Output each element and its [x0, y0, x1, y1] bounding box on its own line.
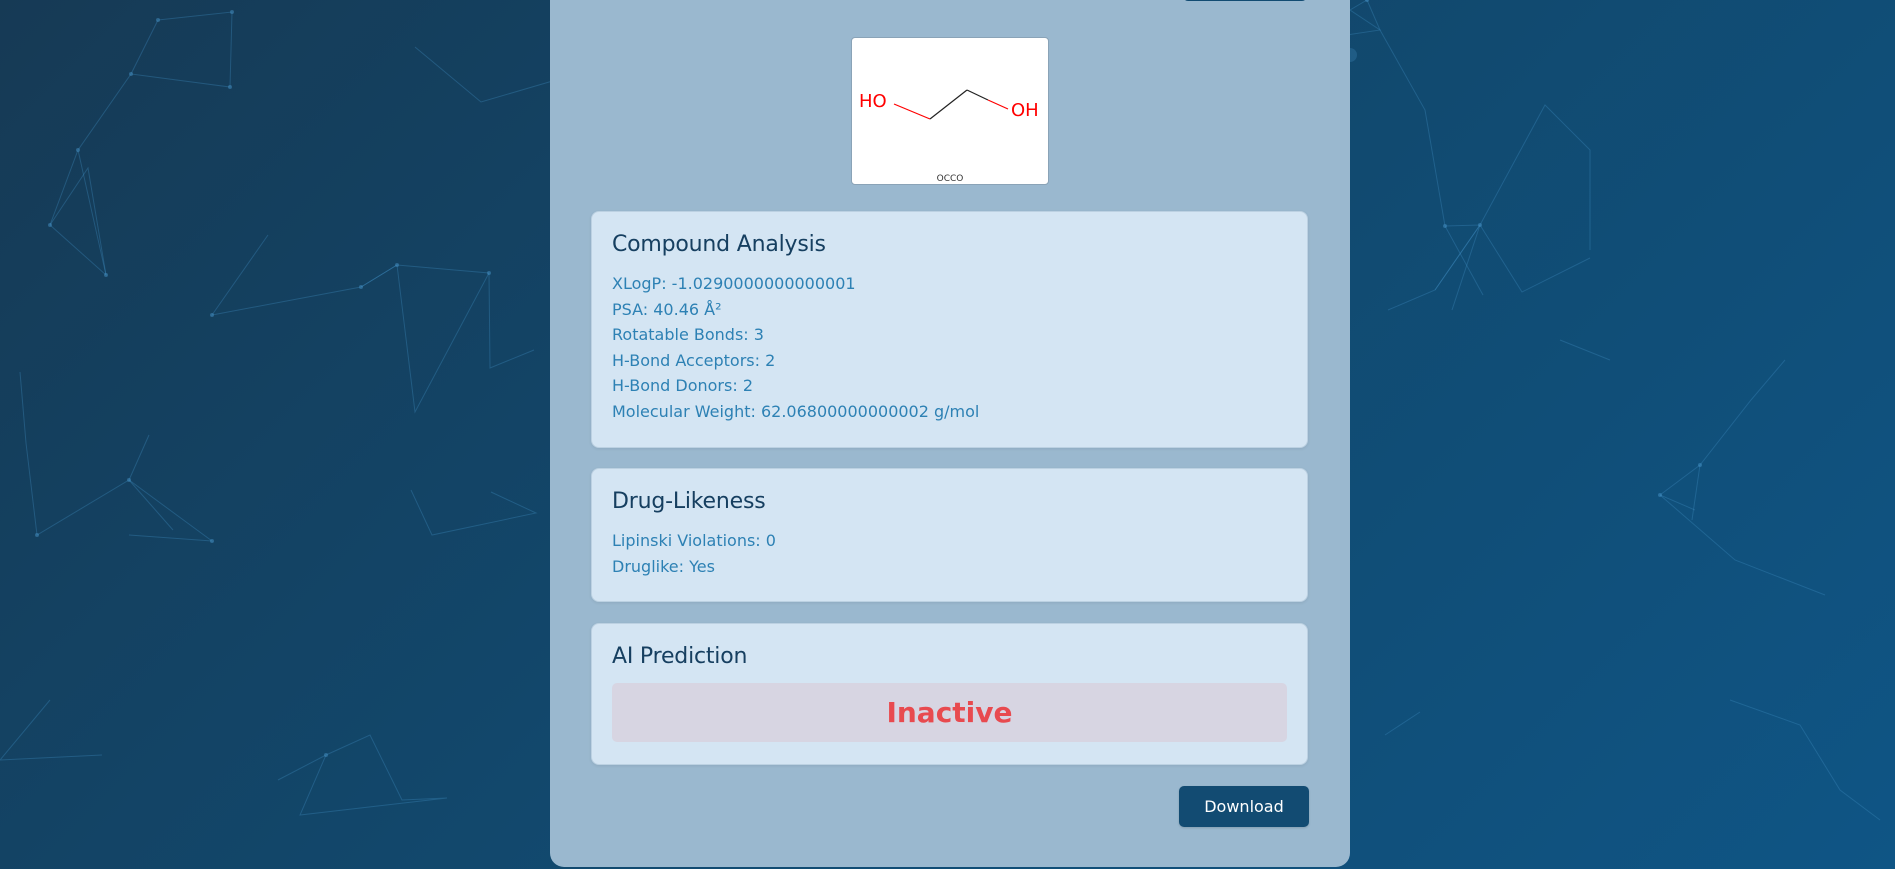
smiles-caption: OCCO: [936, 174, 964, 184]
druglike-row: Druglike: Yes: [612, 556, 715, 576]
drug-likeness-title: Drug-Likeness: [612, 489, 766, 514]
prediction-result: Inactive: [886, 696, 1013, 729]
drug-likeness-card: Drug-Likeness Lipinski Violations: 0 Dru…: [591, 468, 1308, 602]
bond-c2-o2-red: [987, 99, 1009, 110]
lipinski-violations-row: Lipinski Violations: 0: [612, 531, 776, 550]
download-button[interactable]: Download: [1179, 786, 1309, 827]
prediction-result-box: Inactive: [612, 683, 1287, 742]
psa-row: PSA: 40.46 Å²: [612, 299, 722, 319]
molecule-structure-card: HO OH OCCO: [851, 37, 1049, 185]
atom-label-left: HO: [859, 91, 887, 112]
rotatable-bonds-row: Rotatable Bonds: 3: [612, 325, 764, 344]
molecule-structure-drawing: HO OH: [859, 89, 1039, 121]
hbond-donors-row: H-Bond Donors: 2: [612, 376, 753, 395]
compound-analysis-title: Compound Analysis: [612, 232, 826, 257]
hbond-acceptors-row: H-Bond Acceptors: 2: [612, 350, 776, 370]
ai-prediction-card: AI Prediction Inactive: [591, 623, 1308, 765]
atom-label-right: OH: [1011, 100, 1039, 121]
top-button-edge[interactable]: [1183, 0, 1307, 1]
molecular-weight-row: Molecular Weight: 62.06800000000002 g/mo…: [612, 401, 980, 421]
bond-c1-c2: [929, 89, 968, 120]
bond-o1-c1: [893, 103, 931, 120]
xlogp-row: XLogP: -1.0290000000000001: [612, 274, 856, 293]
compound-analysis-card: Compound Analysis XLogP: -1.029000000000…: [591, 211, 1308, 448]
ai-prediction-title: AI Prediction: [612, 644, 748, 669]
bond-c2-o2-dark: [966, 89, 989, 101]
